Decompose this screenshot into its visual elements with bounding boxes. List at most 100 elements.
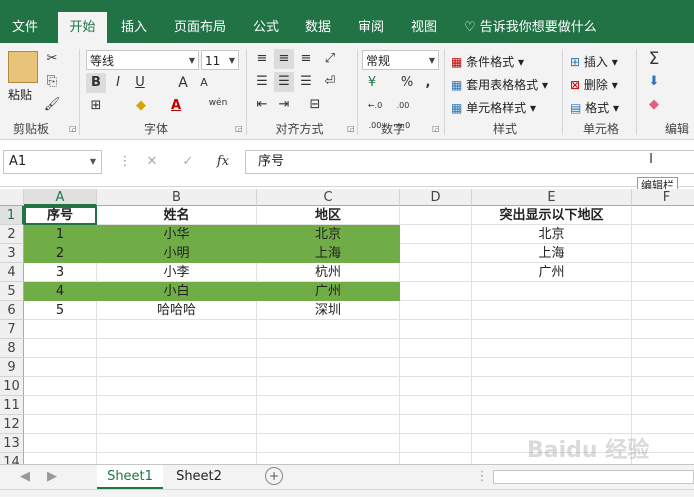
cancel-icon[interactable]: ✕ xyxy=(142,152,162,172)
row-header-3[interactable]: 3 xyxy=(0,244,24,263)
column-header-d[interactable]: D xyxy=(400,189,472,206)
cell-d5[interactable] xyxy=(400,282,472,301)
align-top-icon[interactable]: ≡ xyxy=(252,49,272,69)
tab-insert[interactable]: 插入 xyxy=(110,12,158,43)
cell-b2[interactable]: 小华 xyxy=(97,225,257,244)
cell-d4[interactable] xyxy=(400,263,472,282)
copy-icon[interactable]: ⎘ xyxy=(42,72,62,92)
add-sheet-icon[interactable]: + xyxy=(265,467,283,485)
row-header-10[interactable]: 10 xyxy=(0,377,24,396)
cell-e11[interactable] xyxy=(472,396,632,415)
decrease-decimal-button[interactable]: .00 →.0 xyxy=(390,96,416,130)
cell-c5[interactable]: 广州 xyxy=(257,282,400,301)
align-bottom-icon[interactable]: ≡ xyxy=(296,49,316,69)
orientation-icon[interactable]: ⤢ xyxy=(320,49,340,69)
horizontal-scrollbar[interactable] xyxy=(493,470,694,484)
wrap-text-icon[interactable]: ⏎ xyxy=(320,72,340,92)
cell-a12[interactable] xyxy=(24,415,97,434)
row-header-8[interactable]: 8 xyxy=(0,339,24,358)
format-painter-icon[interactable]: 🖌 xyxy=(42,95,62,115)
sheet-tab-sheet2[interactable]: Sheet2 xyxy=(166,465,232,489)
cell-a8[interactable] xyxy=(24,339,97,358)
cell-f4[interactable] xyxy=(632,263,694,282)
cell-d9[interactable] xyxy=(400,358,472,377)
tab-view[interactable]: 视图 xyxy=(402,12,446,43)
cell-d14[interactable] xyxy=(400,453,472,464)
cell-f8[interactable] xyxy=(632,339,694,358)
cell-c9[interactable] xyxy=(257,358,400,377)
percent-button[interactable]: % xyxy=(397,73,417,93)
cell-e1[interactable]: 突出显示以下地区 xyxy=(472,206,632,225)
cell-c11[interactable] xyxy=(257,396,400,415)
fill-color-icon[interactable]: ◆ xyxy=(131,96,151,116)
cell-e2[interactable]: 北京 xyxy=(472,225,632,244)
font-size-select[interactable]: 11 ▼ xyxy=(201,50,239,70)
scroll-right-icon[interactable]: ▶ xyxy=(42,467,62,487)
tab-data[interactable]: 数据 xyxy=(296,12,340,43)
column-header-e[interactable]: E xyxy=(472,189,632,206)
cell-f2[interactable] xyxy=(632,225,694,244)
scroll-left-icon[interactable]: ◀ xyxy=(15,467,35,487)
column-header-b[interactable]: B xyxy=(97,189,257,206)
increase-decimal-button[interactable]: ←.0 .00 xyxy=(362,96,388,130)
merge-center-icon[interactable]: ⊟ xyxy=(305,95,325,115)
delete-cells-button[interactable]: ⊠ 删除 ▾ xyxy=(570,76,618,93)
alignment-launcher-icon[interactable]: ◲ xyxy=(347,124,355,133)
sheet-tab-sheet1[interactable]: Sheet1 xyxy=(97,465,163,489)
cell-a11[interactable] xyxy=(24,396,97,415)
paste-icon[interactable] xyxy=(8,51,38,83)
number-launcher-icon[interactable]: ◲ xyxy=(432,124,440,133)
worksheet-grid[interactable]: A B C D E F 1 序号 姓名 地区 突出显示以下地区 2 1 小华 北京 北京 3 2 小明 上海 上海 4 3 小… xyxy=(0,189,694,464)
cell-b9[interactable] xyxy=(97,358,257,377)
cell-a5[interactable]: 4 xyxy=(24,282,97,301)
cell-b14[interactable] xyxy=(97,453,257,464)
fill-icon[interactable]: ⬇ xyxy=(644,72,664,92)
cell-a10[interactable] xyxy=(24,377,97,396)
cell-c14[interactable] xyxy=(257,453,400,464)
cell-b5[interactable]: 小白 xyxy=(97,282,257,301)
font-launcher-icon[interactable]: ◲ xyxy=(235,124,243,133)
row-header-7[interactable]: 7 xyxy=(0,320,24,339)
border-icon[interactable]: ⊞ xyxy=(86,96,106,116)
cell-f9[interactable] xyxy=(632,358,694,377)
cell-d7[interactable] xyxy=(400,320,472,339)
cell-e3[interactable]: 上海 xyxy=(472,244,632,263)
shrink-font-button[interactable]: A xyxy=(194,73,214,93)
enter-icon[interactable]: ✓ xyxy=(178,152,198,172)
cut-icon[interactable]: ✂ xyxy=(42,49,62,69)
cell-e9[interactable] xyxy=(472,358,632,377)
tab-file[interactable]: 文件 xyxy=(0,12,50,43)
cell-e8[interactable] xyxy=(472,339,632,358)
autosum-icon[interactable]: Σ xyxy=(644,49,664,69)
cell-d1[interactable] xyxy=(400,206,472,225)
column-header-f[interactable]: F xyxy=(632,189,694,206)
tab-page-layout[interactable]: 页面布局 xyxy=(164,12,236,43)
tab-home[interactable]: 开始 xyxy=(58,12,107,43)
clear-icon[interactable]: ◆ xyxy=(644,95,664,115)
row-header-5[interactable]: 5 xyxy=(0,282,24,301)
grow-font-button[interactable]: A xyxy=(173,73,193,93)
column-header-c[interactable]: C xyxy=(257,189,400,206)
insert-cells-button[interactable]: ⊞ 插入 ▾ xyxy=(570,53,618,70)
align-right-icon[interactable]: ☰ xyxy=(296,72,316,92)
cell-d2[interactable] xyxy=(400,225,472,244)
cell-d3[interactable] xyxy=(400,244,472,263)
cell-c1[interactable]: 地区 xyxy=(257,206,400,225)
cell-e10[interactable] xyxy=(472,377,632,396)
cell-b11[interactable] xyxy=(97,396,257,415)
cell-c13[interactable] xyxy=(257,434,400,453)
cell-c12[interactable] xyxy=(257,415,400,434)
column-header-a[interactable]: A xyxy=(24,189,97,206)
font-name-select[interactable]: 等线 ▼ xyxy=(86,50,199,70)
cell-styles-button[interactable]: ▦ 单元格样式 ▾ xyxy=(451,99,536,116)
currency-icon[interactable]: ¥ xyxy=(362,73,382,93)
cell-f11[interactable] xyxy=(632,396,694,415)
cell-b4[interactable]: 小李 xyxy=(97,263,257,282)
cell-b7[interactable] xyxy=(97,320,257,339)
tell-me-box[interactable]: ♡ 告诉我你想要做什么 xyxy=(464,12,597,43)
cell-f5[interactable] xyxy=(632,282,694,301)
comma-button[interactable]: , xyxy=(418,73,438,93)
cell-d13[interactable] xyxy=(400,434,472,453)
cell-b8[interactable] xyxy=(97,339,257,358)
cell-f7[interactable] xyxy=(632,320,694,339)
